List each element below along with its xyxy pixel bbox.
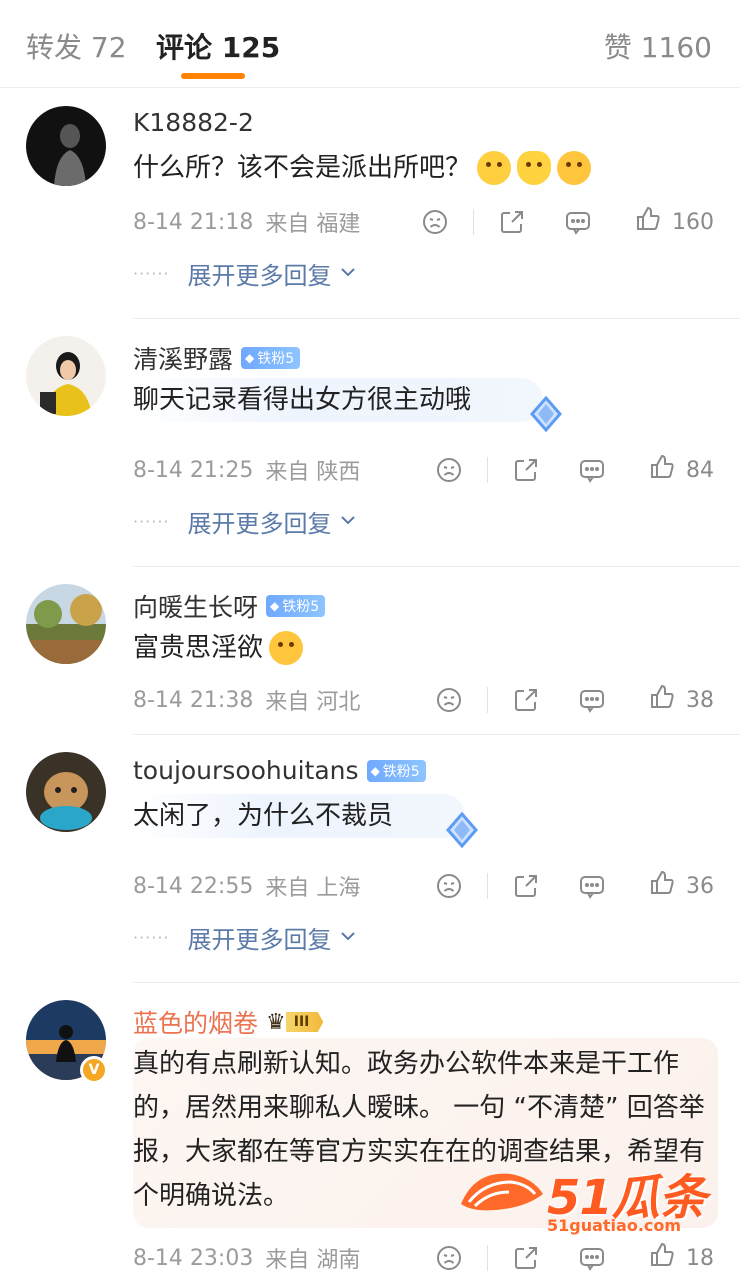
comment-time: 8-14 21:25 bbox=[133, 457, 254, 483]
comment-meta: 8-14 23:03 来自 湖南 18 bbox=[133, 1240, 714, 1276]
share-icon[interactable] bbox=[492, 204, 532, 240]
laugh-cry-emoji bbox=[477, 151, 512, 185]
dislike-icon[interactable] bbox=[429, 868, 469, 904]
username[interactable]: 蓝色的烟卷 bbox=[133, 1004, 258, 1040]
comment-text: 富贵思淫欲 bbox=[133, 626, 304, 670]
watermark-logo-icon bbox=[461, 1173, 543, 1211]
thumbs-up-icon bbox=[648, 1241, 676, 1275]
like-button[interactable]: 36 bbox=[648, 869, 714, 903]
share-icon[interactable] bbox=[506, 452, 546, 488]
comment-meta: 8-14 21:25 来自 陕西 84 bbox=[133, 452, 714, 488]
expand-replies-label: 展开更多回复 bbox=[187, 262, 332, 290]
watermark: 51瓜条 51guatiao.com bbox=[455, 1158, 735, 1242]
expand-replies[interactable]: ······ 展开更多回复 bbox=[133, 256, 358, 291]
tab-comments[interactable]: 评论 125 bbox=[156, 26, 280, 66]
dislike-icon[interactable] bbox=[429, 1240, 469, 1276]
comment-text: 聊天记录看得出女方很主动哦 bbox=[133, 378, 544, 422]
expand-replies-label: 展开更多回复 bbox=[187, 510, 332, 538]
comment-meta: 8-14 21:38 来自 河北 38 bbox=[133, 682, 714, 718]
dislike-icon[interactable] bbox=[429, 452, 469, 488]
diamond-decoration-icon bbox=[530, 395, 562, 433]
comment-text: 什么所？该不会是派出所吧？ bbox=[133, 146, 592, 190]
comment-meta: 8-14 22:55 来自 上海 36 bbox=[133, 868, 714, 904]
crown-icon: ♛ bbox=[266, 1009, 286, 1035]
share-icon[interactable] bbox=[506, 1240, 546, 1276]
username[interactable]: 清溪野露 bbox=[133, 340, 233, 376]
share-icon[interactable] bbox=[506, 868, 546, 904]
vip-level: III bbox=[285, 1012, 324, 1032]
expand-replies[interactable]: ······ 展开更多回复 bbox=[133, 920, 358, 955]
username[interactable]: K18882-2 bbox=[133, 108, 254, 137]
tab-likes[interactable]: 赞 1160 bbox=[604, 26, 712, 66]
kiss-emoji bbox=[557, 151, 592, 185]
comment-location: 来自 福建 bbox=[265, 212, 361, 237]
chevron-down-icon bbox=[338, 508, 358, 536]
dislike-icon[interactable] bbox=[415, 204, 455, 240]
divider bbox=[133, 318, 740, 319]
diamond-icon: ◆ bbox=[370, 763, 380, 778]
expand-replies[interactable]: ······ 展开更多回复 bbox=[133, 504, 358, 539]
like-count: 84 bbox=[686, 457, 714, 483]
like-button[interactable]: 160 bbox=[634, 205, 714, 239]
like-count: 36 bbox=[686, 873, 714, 899]
comment-meta: 8-14 21:18 来自 福建 160 bbox=[133, 204, 714, 240]
diamond-icon: ◆ bbox=[270, 599, 280, 613]
verified-badge-icon: V bbox=[80, 1056, 108, 1084]
like-button[interactable]: 18 bbox=[648, 1241, 714, 1275]
comment-time: 8-14 21:18 bbox=[133, 209, 254, 235]
chevron-down-icon bbox=[338, 924, 358, 952]
divider bbox=[133, 566, 740, 567]
fan-badge: ◆ 铁粉5 bbox=[266, 595, 326, 617]
avatar[interactable] bbox=[26, 752, 106, 832]
comment-icon[interactable] bbox=[572, 1240, 612, 1276]
comment-tabs: 转发 72 评论 125 赞 1160 bbox=[0, 0, 740, 88]
thumbs-up-icon bbox=[648, 453, 676, 487]
comment-icon[interactable] bbox=[558, 204, 598, 240]
fan-badge: ◆ 铁粉5 bbox=[241, 347, 301, 369]
like-button[interactable]: 84 bbox=[648, 453, 714, 487]
comment-text: 太闲了，为什么不裁员 bbox=[133, 794, 466, 838]
tongue-emoji bbox=[269, 631, 304, 665]
comment-icon[interactable] bbox=[572, 452, 612, 488]
username[interactable]: 向暖生长呀 bbox=[133, 588, 258, 624]
username[interactable]: toujoursoohuitans bbox=[133, 756, 359, 785]
comment-location: 来自 河北 bbox=[265, 690, 361, 715]
tab-repost[interactable]: 转发 72 bbox=[26, 26, 127, 66]
comment-time: 8-14 23:03 bbox=[133, 1245, 254, 1271]
like-count: 160 bbox=[672, 209, 714, 235]
divider bbox=[133, 734, 740, 735]
hug-emoji bbox=[517, 151, 552, 185]
comment-location: 来自 上海 bbox=[265, 876, 361, 901]
comment-location: 来自 湖南 bbox=[265, 1248, 361, 1273]
thumbs-up-icon bbox=[648, 869, 676, 903]
chevron-down-icon bbox=[338, 260, 358, 288]
thumbs-up-icon bbox=[648, 683, 676, 717]
diamond-icon: ◆ bbox=[245, 351, 255, 365]
avatar[interactable] bbox=[26, 336, 106, 416]
comment-icon[interactable] bbox=[572, 682, 612, 718]
comment-time: 8-14 22:55 bbox=[133, 873, 254, 899]
comment-location: 来自 陕西 bbox=[265, 460, 361, 485]
dislike-icon[interactable] bbox=[429, 682, 469, 718]
vip-badge: ♛ III bbox=[266, 1009, 324, 1035]
comment-time: 8-14 21:38 bbox=[133, 687, 254, 713]
fan-badge: ◆ 铁粉5 bbox=[366, 759, 426, 782]
divider bbox=[133, 982, 740, 983]
expand-replies-label: 展开更多回复 bbox=[187, 926, 332, 954]
like-count: 18 bbox=[686, 1245, 714, 1271]
like-button[interactable]: 38 bbox=[648, 683, 714, 717]
avatar[interactable] bbox=[26, 584, 106, 664]
avatar[interactable] bbox=[26, 106, 106, 186]
thumbs-up-icon bbox=[634, 205, 662, 239]
diamond-decoration-icon bbox=[446, 811, 478, 849]
active-tab-indicator bbox=[181, 73, 245, 79]
comment-icon[interactable] bbox=[572, 868, 612, 904]
watermark-url: 51guatiao.com bbox=[547, 1216, 682, 1235]
like-count: 38 bbox=[686, 687, 714, 713]
share-icon[interactable] bbox=[506, 682, 546, 718]
